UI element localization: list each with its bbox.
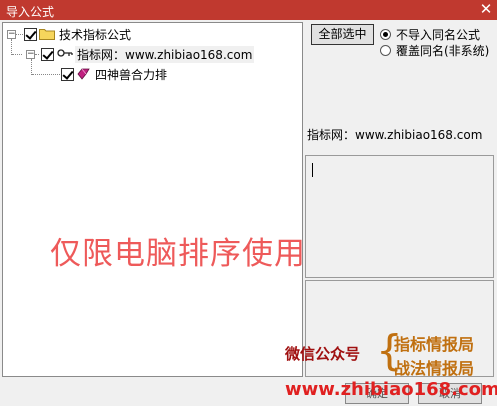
tree-connector: [31, 59, 32, 75]
radio-skip-duplicates-label[interactable]: 不导入同名公式: [396, 26, 480, 43]
watermark-center-text: 仅限电脑排序使用: [50, 236, 306, 272]
gem-icon: [77, 68, 90, 80]
watermark-line2: 战法情报局: [394, 359, 475, 378]
window-title: 导入公式: [6, 5, 55, 19]
child-expander[interactable]: −: [26, 50, 35, 59]
root-expander[interactable]: −: [7, 30, 16, 39]
folder-icon: [39, 29, 55, 40]
radio-overwrite[interactable]: [380, 45, 391, 56]
tree-leaf-label[interactable]: 四神兽合力排: [95, 66, 167, 83]
tree-connector: [32, 74, 60, 75]
tree-connector: [11, 39, 12, 55]
leaf-checkbox[interactable]: [61, 68, 74, 81]
select-all-button[interactable]: 全部选中: [311, 24, 374, 45]
child-checkbox[interactable]: [41, 48, 54, 61]
tree-connector: [35, 54, 39, 55]
tree-child-label[interactable]: 指标网：www.zhibiao168.com: [75, 46, 255, 63]
radio-skip-duplicates[interactable]: [380, 29, 391, 40]
radio-overwrite-label[interactable]: 覆盖同名(非系统): [396, 42, 489, 59]
tree-connector: [12, 54, 22, 55]
formula-tree[interactable]: − 技术指标公式 − 指标网：www.zhibiao168.com 四神兽合力排: [2, 22, 303, 377]
source-info-label: 指标网：www.zhibiao168.com: [307, 128, 483, 142]
watermark-wechat: 微信公众号: [285, 345, 361, 363]
watermark-line1: 指标情报局: [394, 335, 475, 354]
close-icon[interactable]: ✕: [477, 1, 495, 18]
title-bar: 导入公式 ✕: [0, 0, 497, 20]
description-box[interactable]: [305, 155, 494, 278]
text-caret: [312, 163, 313, 177]
key-icon: [57, 49, 73, 57]
tree-root-label[interactable]: 技术指标公式: [59, 26, 131, 43]
tree-connector: [16, 34, 23, 35]
watermark-url: www.zhibiao168.com: [285, 379, 497, 400]
root-checkbox[interactable]: [24, 28, 37, 41]
